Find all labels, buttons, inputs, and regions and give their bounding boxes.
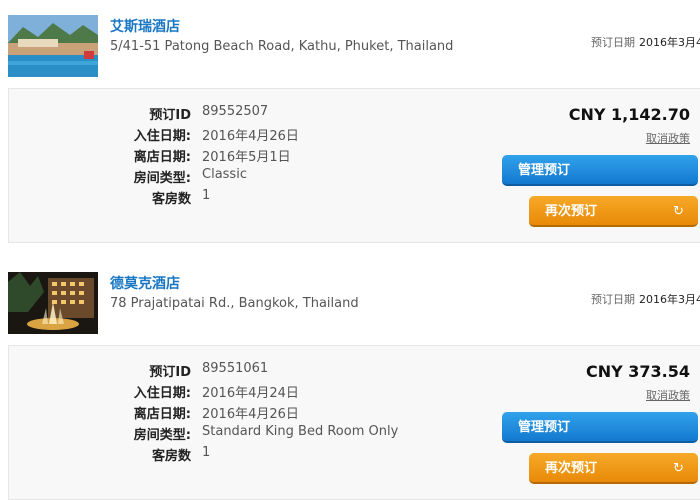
booking-header: 艾斯瑞酒店 5/41-51 Patong Beach Road, Kathu, …	[0, 15, 700, 95]
checkin-value: 2016年4月26日	[202, 129, 299, 144]
detail-row-rooms: 客房数 1	[9, 445, 429, 466]
hotel-name-link[interactable]: 德莫克酒店	[110, 273, 180, 293]
cancel-policy-link[interactable]: 取消政策	[646, 130, 690, 146]
rooms-value: 1	[202, 445, 211, 460]
detail-row-booking-id: 预订ID 89552507	[9, 104, 429, 125]
rooms-label: 客房数	[151, 449, 191, 464]
detail-row-room-type: 房间类型: Standard King Bed Room Only	[9, 424, 429, 445]
detail-row-checkin: 入住日期: 2016年4月26日	[9, 125, 429, 146]
total-price: CNY 373.54	[585, 362, 690, 381]
checkout-value: 2016年5月1日	[202, 150, 291, 165]
room-type-label: 房间类型:	[133, 428, 191, 443]
booking-date: 预订日期 2016年3月4日	[591, 34, 700, 50]
booking-date-value: 2016年3月4日	[639, 36, 700, 49]
detail-row-rooms: 客房数 1	[9, 188, 429, 209]
booking-date: 预订日期 2016年3月4日	[591, 291, 700, 307]
hotel-photo[interactable]	[8, 272, 98, 334]
rooms-label: 客房数	[151, 192, 191, 207]
checkout-label: 离店日期:	[133, 150, 191, 165]
booking-date-value: 2016年3月4日	[639, 293, 700, 306]
rebook-button[interactable]: 再次预订 ↻	[529, 196, 698, 227]
booking-date-label: 预订日期	[591, 293, 635, 306]
refresh-icon: ↻	[673, 461, 684, 476]
room-type-value: Classic	[202, 167, 247, 182]
hotel-name-link[interactable]: 艾斯瑞酒店	[110, 16, 180, 36]
detail-row-checkout: 离店日期: 2016年4月26日	[9, 403, 429, 424]
checkin-label: 入住日期:	[133, 129, 191, 144]
booking-header: 德莫克酒店 78 Prajatipatai Rd., Bangkok, Thai…	[0, 272, 700, 352]
booking-date-label: 预订日期	[591, 36, 635, 49]
manage-booking-button[interactable]: 管理预订	[502, 412, 698, 443]
checkin-label: 入住日期:	[133, 386, 191, 401]
booking-details-panel: 预订ID 89552507 入住日期: 2016年4月26日 离店日期: 201…	[8, 88, 700, 243]
booking-id-value: 89551061	[202, 361, 269, 376]
cancel-policy-link[interactable]: 取消政策	[646, 387, 690, 403]
booking-id-label: 预订ID	[149, 365, 191, 380]
room-type-value: Standard King Bed Room Only	[202, 424, 399, 439]
rebook-button[interactable]: 再次预订 ↻	[529, 453, 698, 484]
hotel-address: 5/41-51 Patong Beach Road, Kathu, Phuket…	[110, 39, 454, 54]
checkout-label: 离店日期:	[133, 407, 191, 422]
manage-booking-label: 管理预订	[518, 163, 571, 178]
rebook-label: 再次预订	[545, 461, 598, 476]
checkout-value: 2016年4月26日	[202, 407, 299, 422]
checkin-value: 2016年4月24日	[202, 386, 299, 401]
total-price: CNY 1,142.70	[568, 105, 690, 124]
room-type-label: 房间类型:	[133, 171, 191, 186]
refresh-icon: ↻	[673, 204, 684, 219]
hotel-address: 78 Prajatipatai Rd., Bangkok, Thailand	[110, 296, 359, 311]
detail-row-booking-id: 预订ID 89551061	[9, 361, 429, 382]
detail-row-checkin: 入住日期: 2016年4月24日	[9, 382, 429, 403]
detail-row-checkout: 离店日期: 2016年5月1日	[9, 146, 429, 167]
rooms-value: 1	[202, 188, 211, 203]
hotel-photo[interactable]	[8, 15, 98, 77]
booking-id-label: 预订ID	[149, 108, 191, 123]
manage-booking-button[interactable]: 管理预订	[502, 155, 698, 186]
rebook-label: 再次预订	[545, 204, 598, 219]
booking-details-panel: 预订ID 89551061 入住日期: 2016年4月24日 离店日期: 201…	[8, 345, 700, 500]
booking-id-value: 89552507	[202, 104, 269, 119]
detail-row-room-type: 房间类型: Classic	[9, 167, 429, 188]
manage-booking-label: 管理预订	[518, 420, 571, 435]
